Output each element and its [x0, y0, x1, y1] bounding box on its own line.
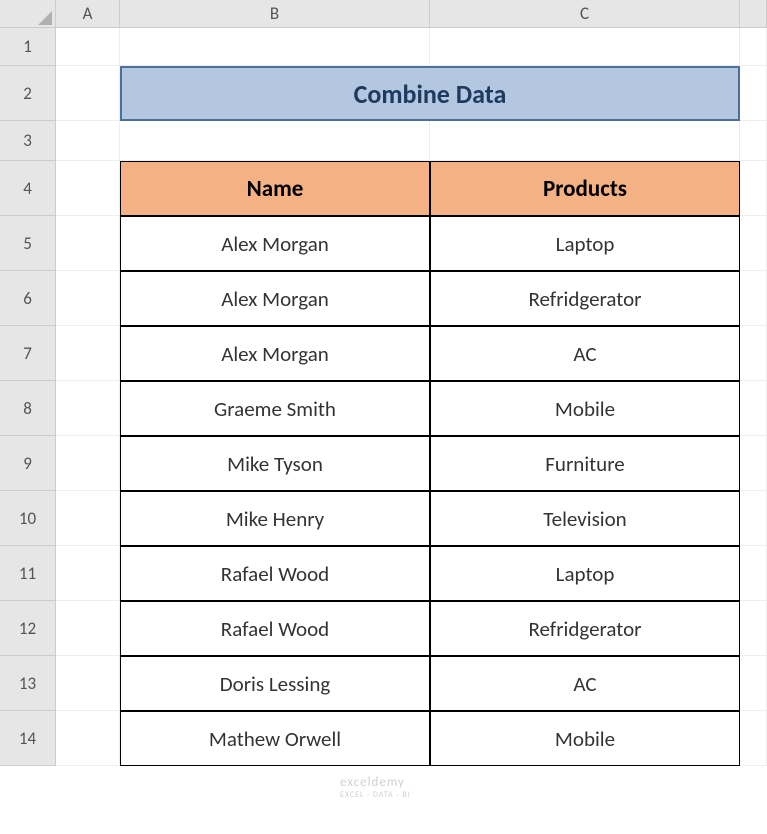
cell-A1[interactable] — [56, 28, 120, 66]
cell-A10[interactable] — [56, 491, 120, 546]
row-header-7[interactable]: 7 — [0, 326, 55, 381]
name-cell[interactable]: Mike Henry — [120, 491, 430, 546]
row-header-5[interactable]: 5 — [0, 216, 55, 271]
name-cell[interactable]: Mike Tyson — [120, 436, 430, 491]
product-cell[interactable]: AC — [430, 326, 740, 381]
row-header-6[interactable]: 6 — [0, 271, 55, 326]
column-header-B[interactable]: B — [120, 0, 430, 27]
cell-A5[interactable] — [56, 216, 120, 271]
cell-12[interactable] — [740, 601, 767, 656]
header-products[interactable]: Products — [430, 161, 740, 216]
cell-1[interactable] — [740, 28, 767, 66]
title-cell[interactable]: Combine Data — [120, 66, 740, 121]
name-cell[interactable]: Alex Morgan — [120, 271, 430, 326]
cell-C1[interactable] — [430, 28, 740, 66]
watermark: exceldemy EXCEL · DATA · BI — [340, 775, 411, 800]
product-cell[interactable]: Laptop — [430, 546, 740, 601]
watermark-text: exceldemy — [340, 775, 405, 790]
cell-A8[interactable] — [56, 381, 120, 436]
cell-6[interactable] — [740, 271, 767, 326]
cell-A14[interactable] — [56, 711, 120, 766]
cell-9[interactable] — [740, 436, 767, 491]
cells-grid: Combine DataNameProductsAlex MorganLapto… — [56, 28, 767, 766]
product-cell[interactable]: AC — [430, 656, 740, 711]
cell-3[interactable] — [740, 121, 767, 161]
watermark-subtext: EXCEL · DATA · BI — [340, 790, 411, 800]
row-header-1[interactable]: 1 — [0, 28, 55, 66]
name-cell[interactable]: Doris Lessing — [120, 656, 430, 711]
cell-2[interactable] — [740, 66, 767, 121]
row-header-11[interactable]: 11 — [0, 546, 55, 601]
row-headers: 1234567891011121314 — [0, 28, 56, 766]
row-header-10[interactable]: 10 — [0, 491, 55, 546]
row-header-3[interactable]: 3 — [0, 121, 55, 161]
cell-C3[interactable] — [430, 121, 740, 161]
name-cell[interactable]: Graeme Smith — [120, 381, 430, 436]
column-header-C[interactable]: C — [430, 0, 740, 27]
cell-7[interactable] — [740, 326, 767, 381]
column-header-blank[interactable] — [740, 0, 767, 27]
cell-B1[interactable] — [120, 28, 430, 66]
cell-5[interactable] — [740, 216, 767, 271]
column-headers: ABC — [56, 0, 767, 28]
cell-A11[interactable] — [56, 546, 120, 601]
cell-11[interactable] — [740, 546, 767, 601]
cell-B3[interactable] — [120, 121, 430, 161]
row-header-12[interactable]: 12 — [0, 601, 55, 656]
cell-10[interactable] — [740, 491, 767, 546]
cell-A4[interactable] — [56, 161, 120, 216]
name-cell[interactable]: Alex Morgan — [120, 326, 430, 381]
row-header-4[interactable]: 4 — [0, 161, 55, 216]
row-header-13[interactable]: 13 — [0, 656, 55, 711]
name-cell[interactable]: Alex Morgan — [120, 216, 430, 271]
product-cell[interactable]: Refridgerator — [430, 271, 740, 326]
name-cell[interactable]: Rafael Wood — [120, 601, 430, 656]
cell-8[interactable] — [740, 381, 767, 436]
cell-A2[interactable] — [56, 66, 120, 121]
column-header-A[interactable]: A — [56, 0, 120, 27]
row-header-14[interactable]: 14 — [0, 711, 55, 766]
cell-A3[interactable] — [56, 121, 120, 161]
cell-4[interactable] — [740, 161, 767, 216]
name-cell[interactable]: Rafael Wood — [120, 546, 430, 601]
cell-A13[interactable] — [56, 656, 120, 711]
product-cell[interactable]: Mobile — [430, 381, 740, 436]
name-cell[interactable]: Mathew Orwell — [120, 711, 430, 766]
header-name[interactable]: Name — [120, 161, 430, 216]
select-all-corner[interactable] — [0, 0, 56, 28]
spreadsheet: ABC 1234567891011121314 Combine DataName… — [0, 0, 767, 834]
product-cell[interactable]: Television — [430, 491, 740, 546]
cell-13[interactable] — [740, 656, 767, 711]
cell-A7[interactable] — [56, 326, 120, 381]
row-header-8[interactable]: 8 — [0, 381, 55, 436]
row-header-9[interactable]: 9 — [0, 436, 55, 491]
product-cell[interactable]: Mobile — [430, 711, 740, 766]
row-header-2[interactable]: 2 — [0, 66, 55, 121]
cell-A6[interactable] — [56, 271, 120, 326]
product-cell[interactable]: Laptop — [430, 216, 740, 271]
cell-A12[interactable] — [56, 601, 120, 656]
cell-14[interactable] — [740, 711, 767, 766]
select-all-icon — [38, 11, 52, 25]
product-cell[interactable]: Refridgerator — [430, 601, 740, 656]
cell-A9[interactable] — [56, 436, 120, 491]
product-cell[interactable]: Furniture — [430, 436, 740, 491]
